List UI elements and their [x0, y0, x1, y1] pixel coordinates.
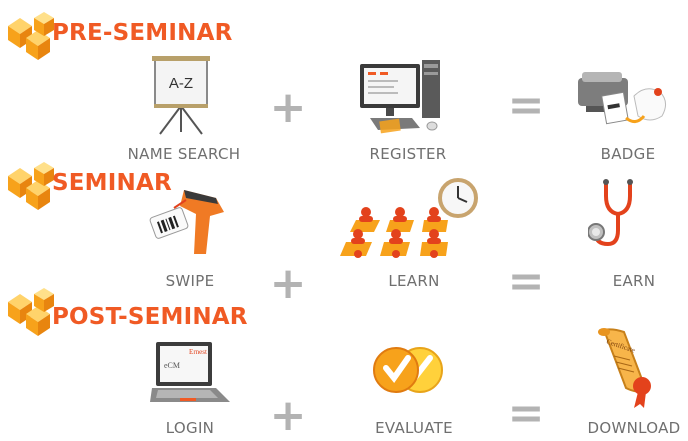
equals-operator: = [507, 80, 545, 131]
step-label: BADGE [600, 145, 656, 163]
stethoscope-icon [588, 179, 633, 247]
laptop-screen-text: Ernest [189, 348, 207, 356]
step-label: NAME SEARCH [127, 145, 241, 163]
certificate-scroll-icon: Certificate [598, 328, 651, 408]
laptop-screen-text: eCM [164, 361, 180, 370]
easel-text: A-Z [169, 75, 193, 92]
evaluate-checkmarks-icon [373, 347, 443, 393]
plus-operator: + [269, 258, 307, 309]
step-label: SWIPE [165, 272, 215, 290]
classroom-icon [340, 178, 478, 258]
plus-operator: + [269, 390, 307, 441]
laptop-icon: Ernest eCM [150, 342, 230, 402]
step-label: DOWNLOAD [587, 419, 681, 437]
section-title: PRE-SEMINAR [52, 20, 233, 46]
section-title: POST-SEMINAR [52, 304, 248, 330]
badge-printer-icon [578, 72, 666, 125]
step-label: EVALUATE [375, 419, 453, 437]
equals-operator: = [507, 256, 545, 307]
easel-az-icon: A-Z [152, 56, 210, 135]
step-label: REGISTER [369, 145, 447, 163]
computer-icon [360, 60, 440, 134]
plus-operator: + [269, 82, 307, 133]
barcode-scanner-icon [149, 190, 224, 254]
step-label: EARN [612, 272, 656, 290]
step-label: LOGIN [165, 419, 215, 437]
step-label: LEARN [388, 272, 440, 290]
equals-operator: = [507, 388, 545, 439]
